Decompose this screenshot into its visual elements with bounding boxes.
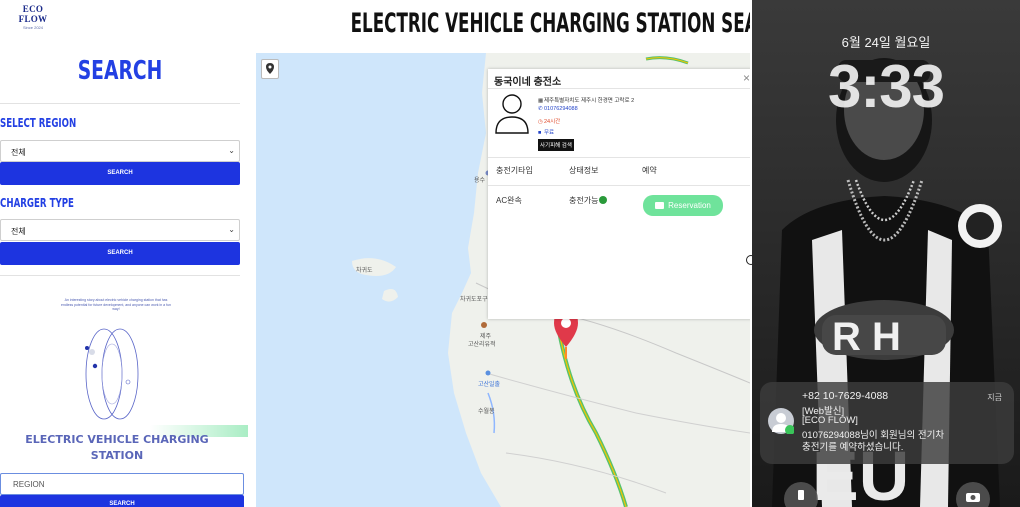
charger-search-button[interactable]: SEARCH [0,242,240,265]
promo-text: An interesting story about electric vehi… [61,298,171,311]
map-label-jagwido-port: 차귀도포구 [460,297,488,303]
notif-time: 지금 [987,393,1002,402]
contact-avatar-icon [768,408,795,435]
page-title: ELECTRIC VEHICLE CHARGING STATION SEARCH [350,8,797,39]
flashlight-icon [798,490,804,500]
camera-icon [966,493,980,502]
charger-type-label: CHARGER TYPE [0,196,74,210]
location-pin-icon [266,63,274,74]
region-select[interactable]: 전체 ⌄ [0,140,240,162]
fraud-search-button[interactable]: 사기피해 검색 [538,139,574,151]
notif-line-4: 충전기를 예약하셨습니다. [802,442,904,453]
header-charger-type: 충전기타입 [496,166,533,175]
phone-text: 01076294088 [544,106,578,112]
flashlight-button[interactable] [784,482,818,507]
station-info-popup: 동국이네 충전소 × ▦제주특별자치도 제주시 한경면 고락로 2 ✆01076… [488,69,752,319]
fee-text: 무료 [544,130,555,136]
sms-notification[interactable]: +82 10-7629-4088 지금 [Web발신] [ECO FLOW] 0… [760,382,1014,464]
ev-title: ELECTRIC VEHICLE CHARGING STATION [0,432,234,464]
shirt-lettering: R H [832,315,901,359]
close-icon[interactable]: × [743,71,750,85]
chevron-down-icon: ⌄ [228,146,235,155]
header-reservation: 예약 [642,166,657,175]
camera-button[interactable] [956,482,990,507]
search-sidebar: ECO FLOW Since 2024 SEARCH SELECT REGION… [0,0,248,507]
phone-line[interactable]: ✆01076294088 [538,106,578,112]
region-search-input[interactable]: REGION [0,473,244,495]
charger-type-cell: AC완속 [496,196,522,205]
divider [488,185,752,186]
search-heading: SEARCH [77,56,163,86]
locate-button[interactable] [261,59,279,79]
fee-line: ■ 무료 [538,128,554,136]
logo-subtitle: Since 2024 [22,25,43,30]
status-text: 충전가능 [569,196,599,205]
reservation-button[interactable]: Reservation [643,195,723,216]
divider [0,275,240,276]
divider [0,103,240,104]
status-cell: 충전가능 [569,195,608,206]
logo-text: ECO FLOW [18,4,48,24]
map-label-port: 수월봉 [478,409,495,415]
map-label-top: 용수 [474,178,486,184]
chevron-down-icon: ⌄ [228,225,235,234]
address-line: ▦제주특별자치도 제주시 한경면 고락로 2 [538,96,634,104]
ev-title-line-2: STATION [90,449,144,462]
station-name: 동국이네 충전소 [494,77,562,88]
notif-line-2: [ECO FLOW] [802,415,858,426]
notif-sender: +82 10-7629-4088 [802,390,889,402]
region-search-button[interactable]: SEARCH [0,162,240,185]
hours-line: ◷24시간 [538,117,560,125]
phone-lock-screen: R H EU 6월 24일 월요일 3:33 +82 10-7629-4088 … [752,0,1020,507]
address-text: 제주특별자치도 제주시 한경면 고락로 2 [544,98,635,104]
map-label-gosan: 고산리유적 [468,342,496,348]
lock-clock: 3:33 [827,53,945,120]
station-avatar-icon [495,94,529,134]
header-status: 상태정보 [569,166,599,175]
orbit-illustration [85,328,139,420]
eco-flow-logo[interactable]: ECO FLOW Since 2024 [8,4,58,30]
reservation-label: Reservation [668,201,711,210]
region-text-search-button[interactable]: SEARCH [0,495,244,507]
charger-type-select-value: 전체 [11,227,26,236]
mail-icon [655,202,665,209]
status-dot-icon [599,196,608,204]
ev-title-line-1: ELECTRIC VEHICLE CHARGING [25,433,209,446]
lock-date: 6월 24일 월요일 [841,35,931,50]
hours-text: 24시간 [544,119,561,125]
map-label-stop: 고산일출 [478,382,501,388]
region-select-value: 전체 [11,148,26,157]
divider [488,157,752,158]
divider [488,88,752,89]
charger-type-select[interactable]: 전체 ⌄ [0,219,240,241]
region-input-placeholder: REGION [13,480,45,489]
map-label-jagwido: 차귀도 [356,268,373,274]
region-label: SELECT REGION [0,116,77,130]
